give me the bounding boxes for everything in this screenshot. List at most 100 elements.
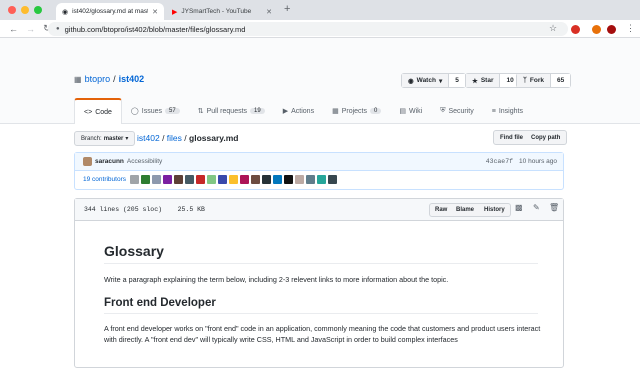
commit-time: 10 hours ago: [519, 158, 557, 165]
raw-button[interactable]: Raw: [429, 203, 454, 217]
issues-count-badge: 57: [165, 108, 180, 114]
section-heading: Front end Developer: [104, 297, 538, 314]
avatar[interactable]: [306, 175, 315, 184]
close-tab-icon[interactable]: ✕: [152, 8, 158, 16]
avatar[interactable]: [83, 157, 92, 166]
browser-tab-github[interactable]: ◉ ist402/glossary.md at master ✕: [56, 3, 164, 20]
repo-title: ▦ btopro / ist402: [74, 74, 144, 84]
fork-icon: ᛉ: [523, 77, 527, 84]
tab-projects[interactable]: ▦ Projects 0: [323, 98, 390, 124]
tab-label: Insights: [498, 107, 523, 115]
branch-select[interactable]: Branch: master ▾: [74, 131, 136, 146]
contributors-link[interactable]: 19 contributors: [83, 176, 126, 183]
repo-owner-link[interactable]: btopro: [85, 74, 111, 84]
repo-book-icon: ▦: [74, 74, 82, 84]
avatar[interactable]: [262, 175, 271, 184]
new-tab-button[interactable]: +: [284, 3, 290, 15]
desktop-icon[interactable]: ▩: [515, 203, 523, 212]
caret-down-icon: ▾: [125, 136, 129, 142]
fork-button-group: ᛉ Fork 65: [516, 73, 572, 88]
tab-label: Issues: [141, 107, 162, 115]
maximize-window-button[interactable]: [34, 6, 42, 14]
close-tab-icon[interactable]: ✕: [266, 8, 272, 16]
issue-icon: ◯: [130, 108, 139, 115]
tab-label: Projects: [341, 107, 367, 115]
latest-commit-bar: saracunn Accessibility 43cae7f 10 hours …: [75, 153, 563, 171]
commit-sha-link[interactable]: 43cae7f: [486, 158, 513, 165]
watch-button[interactable]: ◉ Watch ▾: [402, 74, 450, 87]
history-button[interactable]: History: [479, 203, 511, 217]
avatar[interactable]: [163, 175, 172, 184]
pull-request-icon: ⇅: [197, 108, 204, 115]
pencil-icon[interactable]: ✎: [533, 203, 540, 212]
avatar[interactable]: [273, 175, 282, 184]
avatar[interactable]: [207, 175, 216, 184]
bookmark-star-icon[interactable]: ☆: [549, 23, 557, 34]
project-icon: ▦: [332, 108, 339, 115]
profile-avatar[interactable]: [607, 25, 616, 34]
watch-label: Watch: [416, 77, 436, 84]
tab-actions[interactable]: ▶ Actions: [274, 98, 323, 124]
commit-message-link[interactable]: Accessibility: [127, 158, 162, 165]
avatar[interactable]: [152, 175, 161, 184]
breadcrumb-dir-link[interactable]: files: [167, 133, 182, 143]
copy-path-button[interactable]: Copy path: [525, 130, 568, 145]
browser-toolbar: ← → ↻ ● github.com/btopro/ist402/blob/ma…: [0, 20, 640, 38]
blame-button[interactable]: Blame: [451, 203, 481, 217]
avatar[interactable]: [174, 175, 183, 184]
tab-code[interactable]: <> Code: [74, 98, 122, 124]
breadcrumb-file: glossary.md: [189, 133, 239, 143]
address-bar[interactable]: ● github.com/btopro/ist402/blob/master/f…: [48, 22, 568, 36]
browser-tab-youtube[interactable]: ▶ JYSmartTech - YouTube ✕: [166, 3, 278, 20]
intro-paragraph: Write a paragraph explaining the term be…: [104, 275, 449, 284]
tab-pull-requests[interactable]: ⇅ Pull requests 19: [189, 98, 274, 124]
avatar[interactable]: [251, 175, 260, 184]
avatar[interactable]: [218, 175, 227, 184]
watch-button-group: ◉ Watch ▾ 5: [401, 73, 466, 88]
pr-count-badge: 19: [250, 108, 265, 114]
caret-down-icon: ▾: [438, 77, 443, 85]
avatar[interactable]: [185, 175, 194, 184]
url-text: github.com/btopro/ist402/blob/master/fil…: [64, 24, 246, 34]
star-icon: ★: [472, 77, 478, 85]
tab-security[interactable]: ⛨ Security: [431, 98, 483, 124]
avatar[interactable]: [328, 175, 337, 184]
projects-count-badge: 0: [370, 108, 382, 114]
tab-title: JYSmartTech - YouTube: [181, 8, 252, 15]
tab-issues[interactable]: ◯ Issues 57: [122, 98, 189, 124]
avatar[interactable]: [229, 175, 238, 184]
forward-arrow-icon[interactable]: →: [26, 24, 35, 34]
repo-name-link[interactable]: ist402: [119, 74, 145, 84]
extension-icon[interactable]: [592, 25, 601, 34]
avatar[interactable]: [240, 175, 249, 184]
fork-count[interactable]: 65: [551, 74, 571, 87]
watch-count[interactable]: 5: [449, 74, 465, 87]
back-arrow-icon[interactable]: ←: [9, 24, 18, 34]
github-icon: ◉: [62, 8, 69, 16]
section-paragraph: A front end developer works on "front en…: [104, 324, 541, 344]
avatar[interactable]: [317, 175, 326, 184]
avatar[interactable]: [141, 175, 150, 184]
breadcrumb-repo-link[interactable]: ist402: [137, 133, 160, 143]
avatar[interactable]: [196, 175, 205, 184]
avatar[interactable]: [295, 175, 304, 184]
fork-button[interactable]: ᛉ Fork: [517, 74, 551, 87]
lock-icon: ●: [56, 26, 60, 32]
tab-insights[interactable]: ≡ Insights: [483, 98, 532, 124]
minimize-window-button[interactable]: [21, 6, 29, 14]
tab-title: ist402/glossary.md at master: [72, 8, 149, 15]
star-button[interactable]: ★ Star: [466, 74, 501, 87]
browser-menu-icon[interactable]: ⋮: [626, 23, 635, 34]
tab-wiki[interactable]: ▤ Wiki: [390, 98, 431, 124]
tab-label: Code: [95, 108, 112, 116]
avatar[interactable]: [130, 175, 139, 184]
shield-icon: ⛨: [440, 107, 446, 114]
extension-icon[interactable]: [571, 25, 580, 34]
window-controls: [8, 6, 42, 14]
avatar[interactable]: [284, 175, 293, 184]
glossary-heading: Glossary: [104, 243, 538, 264]
trash-icon[interactable]: 🗑: [549, 203, 559, 212]
commit-author-link[interactable]: saracunn: [95, 158, 124, 165]
star-button-group: ★ Star 10: [465, 73, 521, 88]
close-window-button[interactable]: [8, 6, 16, 14]
